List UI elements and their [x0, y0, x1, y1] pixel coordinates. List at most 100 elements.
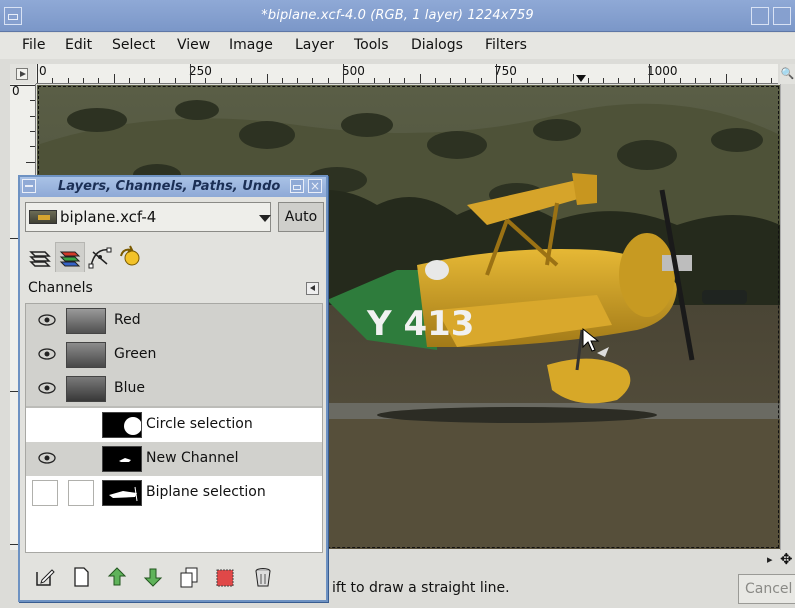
delete-channel-icon	[255, 568, 271, 587]
channel-name: Green	[114, 346, 157, 362]
dock-close-button[interactable]: ×	[308, 179, 322, 193]
lower-channel-button[interactable]	[140, 564, 166, 590]
menu-layer[interactable]: Layer	[295, 37, 334, 53]
close-button[interactable]	[773, 7, 791, 25]
channel-name: Circle selection	[146, 416, 253, 432]
ruler-tick	[174, 78, 176, 83]
panel-menu-button[interactable]	[306, 282, 319, 295]
channel-row-new-channel[interactable]: New Channel	[26, 442, 322, 476]
ruler-tick	[266, 74, 268, 83]
ruler-tick	[37, 64, 38, 83]
new-channel-button[interactable]	[68, 564, 94, 590]
link-toggle-empty[interactable]	[68, 480, 94, 506]
ruler-pointer-icon	[576, 75, 586, 82]
ruler-tick	[664, 78, 666, 83]
menubar: File Edit Select View Image Layer Tools …	[0, 33, 795, 59]
ruler-tick	[771, 78, 773, 83]
ruler-tick	[480, 78, 482, 83]
menu-select[interactable]: Select	[112, 37, 155, 53]
window-title: *biplane.xcf-4.0 (RGB, 1 layer) 1224x759	[261, 8, 534, 23]
scroll-right-icon[interactable]: ▸	[767, 553, 773, 566]
horizontal-ruler[interactable]: 0 250 500 750 1000	[36, 64, 778, 84]
menu-image[interactable]: Image	[229, 37, 273, 53]
raise-channel-button[interactable]	[104, 564, 130, 590]
channel-row-blue[interactable]: Blue	[26, 372, 322, 406]
channels-list: Red Green Blue Circle selection New Chan…	[25, 303, 323, 553]
channel-name: New Channel	[146, 450, 239, 466]
ruler-tick	[740, 78, 742, 83]
ruler-label: 0	[12, 84, 20, 98]
navigate-icon[interactable]: ✥	[780, 550, 793, 568]
undo-icon	[120, 245, 140, 266]
ruler-tick	[312, 78, 314, 83]
duplicate-channel-button[interactable]	[176, 564, 202, 590]
layers-icon	[29, 251, 51, 267]
dock-title: Layers, Channels, Paths, Undo	[58, 179, 281, 194]
menu-file[interactable]: File	[22, 37, 45, 53]
quick-mask-toggle[interactable]	[10, 64, 36, 84]
channel-name: Red	[114, 312, 141, 328]
ruler-tick	[113, 74, 115, 83]
cancel-button[interactable]: Cancel	[738, 574, 795, 604]
menu-dialogs[interactable]: Dialogs	[411, 37, 463, 53]
ruler-tick	[220, 78, 222, 83]
dock-window-menu-button[interactable]	[22, 179, 36, 193]
image-selector[interactable]: biplane.xcf-4	[25, 202, 271, 232]
channel-row-circle-selection[interactable]: Circle selection	[26, 408, 322, 442]
channel-thumbnail	[102, 412, 142, 438]
menu-filters[interactable]: Filters	[485, 37, 527, 53]
status-hint: ift to draw a straight line.	[332, 580, 510, 596]
window-titlebar: *biplane.xcf-4.0 (RGB, 1 layer) 1224x759	[0, 0, 795, 32]
channel-to-selection-button[interactable]	[212, 564, 238, 590]
channels-tab[interactable]	[55, 242, 85, 272]
channel-row-biplane-selection[interactable]: Biplane selection	[26, 476, 322, 510]
ruler-tick	[572, 74, 574, 83]
visibility-eye-icon[interactable]	[38, 382, 56, 394]
ruler-tick	[710, 78, 712, 83]
maximize-button[interactable]	[751, 7, 769, 25]
ruler-tick	[235, 78, 237, 83]
ruler-tick	[603, 78, 605, 83]
layers-tab[interactable]	[25, 242, 55, 272]
channel-row-green[interactable]: Green	[26, 338, 322, 372]
ruler-tick	[358, 78, 360, 83]
ruler-tick	[67, 78, 69, 83]
channels-icon	[59, 251, 81, 267]
channel-name: Biplane selection	[146, 484, 266, 500]
visibility-toggle-empty[interactable]	[32, 480, 58, 506]
ruler-tick	[251, 78, 253, 83]
visibility-eye-icon[interactable]	[38, 452, 56, 464]
edit-channel-button[interactable]	[32, 564, 58, 590]
visibility-eye-icon[interactable]	[38, 348, 56, 360]
ruler-tick	[30, 100, 35, 102]
channel-name: Blue	[114, 380, 145, 396]
ruler-tick	[541, 78, 543, 83]
ruler-tick	[26, 161, 35, 163]
channel-row-red[interactable]: Red	[26, 304, 322, 338]
ruler-tick	[511, 78, 513, 83]
ruler-tick	[190, 64, 191, 83]
dock-titlebar[interactable]: Layers, Channels, Paths, Undo ×	[20, 177, 326, 197]
duplicate-channel-icon	[180, 567, 198, 588]
channel-thumbnail	[66, 376, 106, 402]
menu-tools[interactable]: Tools	[354, 37, 389, 53]
ruler-label: 250	[189, 64, 212, 78]
paths-tab[interactable]	[85, 242, 115, 272]
delete-channel-button[interactable]	[250, 564, 276, 590]
vertical-scrollbar[interactable]	[780, 84, 795, 550]
ruler-tick	[373, 78, 375, 83]
visibility-eye-icon[interactable]	[38, 314, 56, 326]
dock-tabs	[25, 242, 325, 272]
undo-tab[interactable]	[115, 242, 145, 272]
ruler-tick	[82, 78, 84, 83]
menu-edit[interactable]: Edit	[65, 37, 92, 53]
dock-maximize-button[interactable]	[290, 179, 304, 193]
channel-thumbnail	[102, 480, 142, 506]
menu-view[interactable]: View	[177, 37, 210, 53]
ruler-label: 500	[342, 64, 365, 78]
ruler-tick	[30, 130, 35, 132]
auto-button[interactable]: Auto	[278, 202, 324, 232]
ruler-tick	[633, 78, 635, 83]
zoom-icon[interactable]: 🔍	[780, 64, 795, 84]
ruler-tick	[756, 78, 758, 83]
